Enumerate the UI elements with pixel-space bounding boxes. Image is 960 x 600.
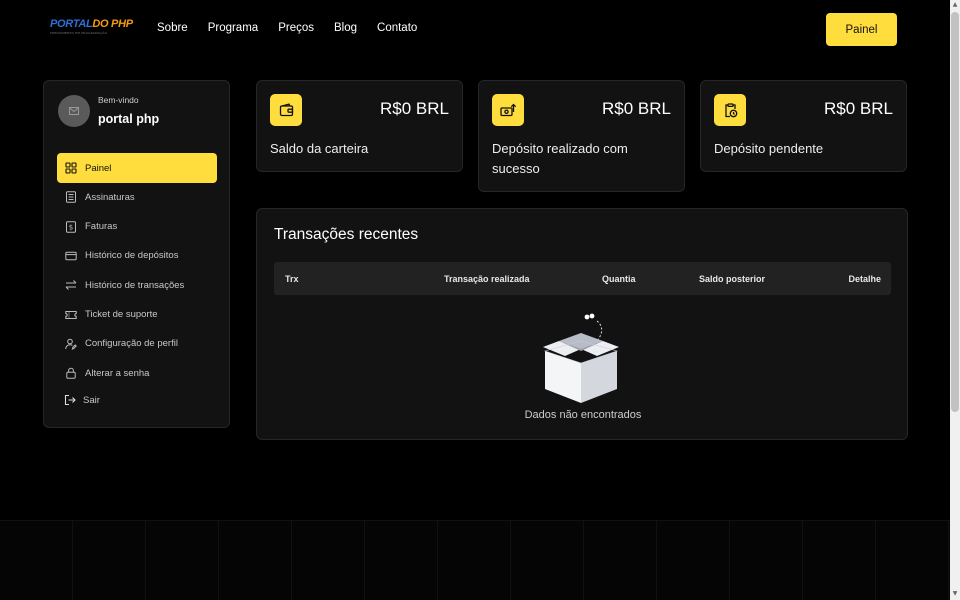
scroll-up-arrow-icon[interactable]: ▲	[951, 1, 959, 9]
sidebar-item-label: Histórico de depósitos	[85, 250, 179, 262]
nav-link-blog[interactable]: Blog	[334, 22, 357, 34]
stat-label: Depósito realizado com sucesso	[492, 141, 628, 176]
sidebar-item-label: Alterar a senha	[85, 367, 150, 379]
stat-label: Depósito pendente	[714, 141, 824, 156]
logo-tagline: TREINAMENTO EM PROGRAMAÇÃO	[50, 31, 108, 35]
stat-amount: R$0 BRL	[602, 99, 671, 118]
invoice-icon: $	[66, 220, 76, 233]
sidebar-item-historico-transacoes[interactable]: Histórico de transações	[57, 270, 217, 300]
nav-link-contato[interactable]: Contato	[377, 22, 417, 34]
site-logo[interactable]: PORTALDO PHP TREINAMENTO EM PROGRAMAÇÃO	[50, 18, 133, 40]
empty-state-text: Dados não encontrados	[524, 409, 642, 421]
page-scrollbar-thumb[interactable]	[951, 12, 959, 412]
column-header-trx: Trx	[285, 274, 299, 284]
envelope-icon	[69, 107, 79, 115]
sidebar-item-assinaturas[interactable]: Assinaturas	[57, 182, 217, 212]
sidebar-item-alterar-senha[interactable]: Alterar a senha	[57, 358, 217, 388]
logout-icon	[64, 394, 76, 406]
user-edit-icon	[65, 338, 77, 350]
clock-clipboard-icon	[714, 94, 746, 126]
svg-text:$: $	[69, 223, 73, 231]
empty-box-icon	[539, 311, 623, 407]
stat-card-deposito-sucesso: R$0 BRL Depósito realizado com sucesso	[478, 80, 685, 192]
main-nav: Sobre Programa Preços Blog Contato	[157, 22, 437, 34]
stat-card-deposito-pendente: R$0 BRL Depósito pendente	[700, 80, 907, 172]
sidebar-item-label: Configuração de perfil	[85, 338, 178, 350]
sidebar-item-label: Ticket de suporte	[85, 309, 158, 321]
column-header-saldo-posterior: Saldo posterior	[699, 274, 766, 284]
sidebar-item-painel[interactable]: Painel	[57, 153, 217, 183]
nav-link-programa[interactable]: Programa	[208, 22, 259, 34]
recent-transactions-panel: Transações recentes Trx Transação realiz…	[256, 208, 908, 440]
dashboard-icon	[65, 162, 77, 174]
nav-link-sobre[interactable]: Sobre	[157, 22, 188, 34]
wallet-icon	[270, 94, 302, 126]
sidebar-item-label: Assinaturas	[85, 191, 135, 203]
nav-link-precos[interactable]: Preços	[278, 22, 314, 34]
column-header-detalhe: Detalhe	[848, 274, 881, 284]
stat-label: Saldo da carteira	[270, 141, 369, 156]
painel-button[interactable]: Painel	[826, 13, 897, 46]
lock-icon	[66, 367, 76, 379]
top-header: PORTALDO PHP TREINAMENTO EM PROGRAMAÇÃO …	[0, 0, 950, 60]
scroll-down-arrow-icon[interactable]: ▼	[951, 590, 959, 598]
footer-grid-background	[0, 520, 950, 600]
sidebar-item-label: Painel	[85, 162, 112, 174]
logo-text-part2: DO PHP	[92, 18, 133, 30]
sidebar-item-ticket-suporte[interactable]: Ticket de suporte	[57, 300, 217, 330]
username: portal php	[98, 112, 160, 126]
column-header-quantia: Quantia	[602, 274, 636, 284]
sidebar-item-label: Sair	[83, 394, 100, 406]
table-header: Trx Transação realizada Quantia Saldo po…	[274, 262, 891, 295]
sidebar-item-label: Histórico de transações	[85, 279, 185, 291]
ticket-icon	[65, 310, 77, 319]
money-upload-icon	[492, 94, 524, 126]
sidebar-item-sair[interactable]: Sair	[57, 388, 217, 413]
sidebar-item-faturas[interactable]: $ Faturas	[57, 212, 217, 242]
sidebar: Bem-vindo portal php Painel Assinaturas …	[43, 80, 230, 428]
sidebar-item-label: Faturas	[85, 221, 118, 233]
stat-amount: R$0 BRL	[380, 99, 449, 118]
card-icon	[65, 251, 77, 261]
transfer-icon	[65, 280, 77, 291]
avatar[interactable]	[58, 95, 90, 127]
column-header-transacao-realizada: Transação realizada	[444, 274, 530, 284]
sidebar-menu: Painel Assinaturas $ Faturas Histórico d…	[57, 153, 217, 412]
stat-amount: R$0 BRL	[824, 99, 893, 118]
logo-text-part1: PORTAL	[50, 18, 93, 30]
list-icon	[66, 191, 76, 204]
sidebar-item-configuracao-perfil[interactable]: Configuração de perfil	[57, 329, 217, 359]
section-title: Transações recentes	[274, 226, 419, 243]
welcome-text: Bem-vindo	[98, 95, 139, 105]
stat-card-saldo-carteira: R$0 BRL Saldo da carteira	[256, 80, 463, 172]
sidebar-item-historico-depositos[interactable]: Histórico de depósitos	[57, 241, 217, 271]
